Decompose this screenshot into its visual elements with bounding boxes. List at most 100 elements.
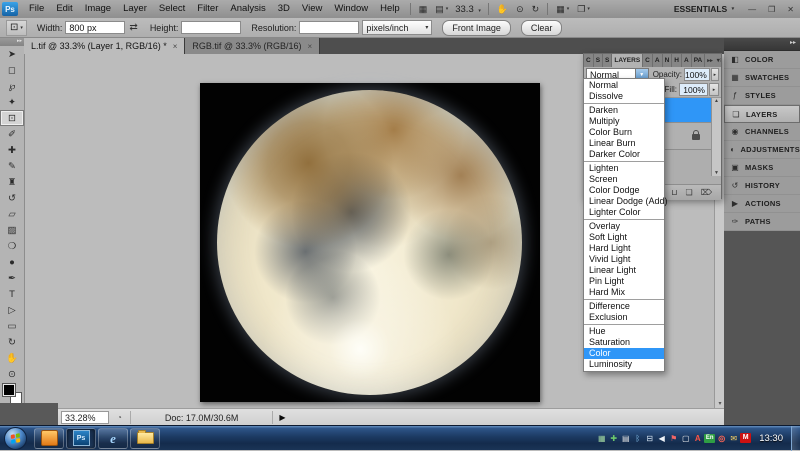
dock-item-layers[interactable]: ❏ LAYERS [724, 105, 800, 123]
resolution-unit-select[interactable]: pixels/inch▾ [362, 20, 432, 35]
clone-stamp-tool[interactable]: ♜ [0, 174, 24, 190]
eyedropper-tool[interactable]: ✐ [0, 126, 24, 142]
fill-value-field[interactable]: 100% [679, 83, 708, 96]
menu-view[interactable]: View [296, 0, 328, 18]
dock-item-styles[interactable]: ƒ STYLES [724, 87, 800, 105]
type-tool[interactable]: T [0, 286, 24, 302]
menu-image[interactable]: Image [79, 0, 117, 18]
new-layer-icon[interactable]: ❏ [686, 188, 693, 197]
arrange-documents-icon[interactable]: ▦▾ [552, 4, 573, 15]
blend-option-screen[interactable]: Screen [584, 174, 664, 185]
blend-option-soft-light[interactable]: Soft Light [584, 232, 664, 243]
tab-layers[interactable]: LAYERS [612, 54, 643, 67]
blend-option-color-burn[interactable]: Color Burn [584, 127, 664, 138]
tray-action-center-icon[interactable]: ⚑ [668, 433, 679, 444]
crop-tool[interactable]: ⊡ [0, 110, 24, 126]
blend-option-hard-mix[interactable]: Hard Mix [584, 287, 664, 298]
taskbar-app-photoshop[interactable]: Ps [66, 428, 96, 449]
tab-swatches[interactable]: S [594, 54, 603, 67]
blend-option-multiply[interactable]: Multiply [584, 116, 664, 127]
menu-3d[interactable]: 3D [272, 0, 296, 18]
toolbar-collapse-icon[interactable]: ▸▸ [0, 37, 24, 46]
fill-spinner-icon[interactable]: ▸ [709, 83, 719, 96]
blend-option-overlay[interactable]: Overlay [584, 221, 664, 232]
blend-option-linear-dodge[interactable]: Linear Dodge (Add) [584, 196, 664, 207]
status-flyout-icon[interactable]: ▶ [279, 413, 285, 422]
history-brush-tool[interactable]: ↺ [0, 190, 24, 206]
dock-collapse-icon[interactable]: ▸▸ [724, 37, 800, 51]
taskbar-clock[interactable]: 13:30 [759, 433, 783, 444]
blend-option-pin-light[interactable]: Pin Light [584, 276, 664, 287]
marquee-tool[interactable]: ◻ [0, 62, 24, 78]
panel-scrollbar[interactable]: ▲ ▼ [711, 98, 721, 176]
dock-item-swatches[interactable]: ▦ SWATCHES [724, 69, 800, 87]
zoom-tool-icon[interactable]: ⊙ [512, 4, 528, 15]
blend-option-vivid-light[interactable]: Vivid Light [584, 254, 664, 265]
zoom-level-control[interactable]: 33.3 ▾ [452, 4, 484, 15]
dock-item-paths[interactable]: ✑ PATHS [724, 213, 800, 231]
close-icon[interactable]: × [308, 42, 313, 51]
brush-tool[interactable]: ✎ [0, 158, 24, 174]
tray-mail-icon[interactable]: ✉ [728, 433, 739, 444]
hand-tool-icon[interactable]: ✋ [493, 4, 512, 15]
menu-filter[interactable]: Filter [191, 0, 224, 18]
path-selection-tool[interactable]: ▷ [0, 302, 24, 318]
rotate-view-icon[interactable]: ↻ [528, 4, 544, 15]
minimize-button[interactable]: — [742, 5, 762, 14]
clear-button[interactable]: Clear [521, 20, 563, 36]
taskbar-app-explorer[interactable] [130, 428, 160, 449]
document-tab-inactive[interactable]: RGB.tif @ 33.3% (RGB/16) × [185, 38, 320, 54]
panel-menu-icon[interactable]: ▾≡ [715, 54, 721, 67]
tab-color[interactable]: C [584, 54, 594, 67]
tab-styles[interactable]: S [603, 54, 612, 67]
scroll-down-icon[interactable]: ▼ [712, 170, 721, 176]
menu-window[interactable]: Window [328, 0, 374, 18]
menu-edit[interactable]: Edit [50, 0, 78, 18]
view-extras-icon[interactable]: ▤▾ [431, 4, 452, 15]
start-button[interactable] [4, 427, 27, 450]
close-icon[interactable]: × [173, 42, 178, 51]
shape-tool[interactable]: ▭ [0, 318, 24, 334]
quick-selection-tool[interactable]: ✦ [0, 94, 24, 110]
taskbar-app-orange[interactable] [34, 428, 64, 449]
blend-option-color[interactable]: Color [584, 348, 664, 359]
show-desktop-button[interactable] [791, 426, 800, 451]
blend-option-linear-light[interactable]: Linear Light [584, 265, 664, 276]
tray-mcafee-icon[interactable]: M [740, 433, 751, 443]
blend-option-dissolve[interactable]: Dissolve [584, 91, 664, 102]
taskbar-app-ie[interactable]: e [98, 428, 128, 449]
image-canvas[interactable] [200, 83, 540, 402]
dock-item-masks[interactable]: ▣ MASKS [724, 159, 800, 177]
link-layers-icon[interactable]: ⊔ [671, 188, 677, 197]
pen-tool[interactable]: ✒ [0, 270, 24, 286]
tab-n[interactable]: N [663, 54, 673, 67]
dock-item-color[interactable]: ◧ COLOR [724, 51, 800, 69]
move-tool[interactable]: ➤ [0, 46, 24, 62]
swap-dimensions-icon[interactable]: ⇄ [129, 22, 137, 33]
tray-bluetooth-icon[interactable]: ᛒ [632, 433, 643, 444]
delete-layer-icon[interactable]: ⌦ [701, 188, 712, 197]
tab-history[interactable]: H [672, 54, 682, 67]
gradient-tool[interactable]: ▨ [0, 222, 24, 238]
blend-option-saturation[interactable]: Saturation [584, 337, 664, 348]
blend-option-lighter-color[interactable]: Lighter Color [584, 207, 664, 218]
screen-mode-icon[interactable]: ❐▾ [573, 4, 594, 15]
blend-option-luminosity[interactable]: Luminosity [584, 359, 664, 370]
tray-updater-icon[interactable]: ✚ [608, 433, 619, 444]
tab-channels[interactable]: C [643, 54, 653, 67]
rotate-view-tool[interactable]: ↻ [0, 334, 24, 350]
document-tab-active[interactable]: L.tif @ 33.3% (Layer 1, RGB/16) * × [24, 38, 185, 54]
foreground-color-swatch[interactable] [3, 384, 15, 396]
lasso-tool[interactable]: ℘ [0, 78, 24, 94]
tab-actions[interactable]: A [682, 54, 692, 67]
zoom-percentage-field[interactable]: 33.28% [61, 411, 109, 424]
tray-volume-icon[interactable]: ◀ [656, 433, 667, 444]
tray-notes-icon[interactable]: ▤ [620, 433, 631, 444]
blend-option-linear-burn[interactable]: Linear Burn [584, 138, 664, 149]
restore-button[interactable]: ❐ [762, 5, 781, 14]
crop-tool-preset-icon[interactable]: ⊡▾ [6, 20, 27, 36]
dock-item-actions[interactable]: ▶ ACTIONS [724, 195, 800, 213]
blend-option-difference[interactable]: Difference [584, 301, 664, 312]
blend-option-hue[interactable]: Hue [584, 326, 664, 337]
tray-language-icon[interactable]: En [704, 434, 715, 443]
